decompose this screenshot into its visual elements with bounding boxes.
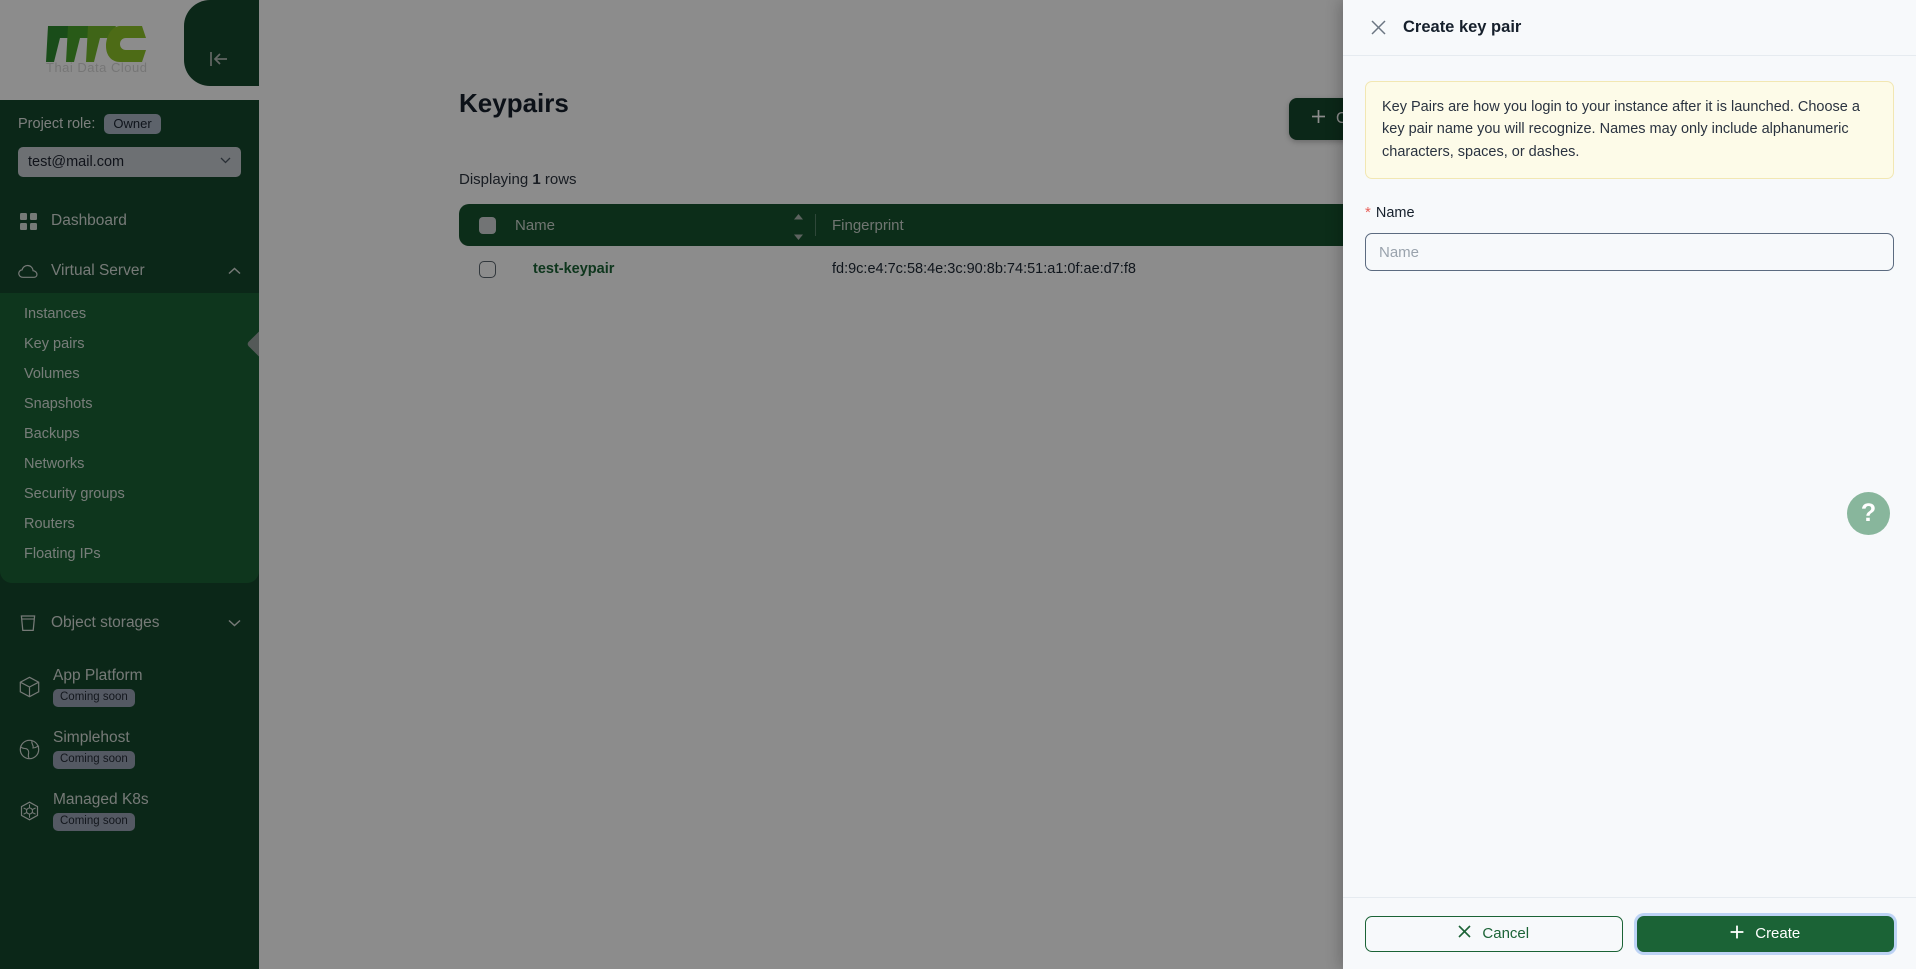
coming-soon-badge: Coming soon xyxy=(53,750,135,770)
sidebar-item-routers[interactable]: Routers xyxy=(0,509,259,539)
displaying-count: 1 xyxy=(532,171,541,188)
cube-icon xyxy=(18,676,40,698)
project-role-badge: Owner xyxy=(104,114,161,134)
info-callout: Key Pairs are how you login to your inst… xyxy=(1365,81,1894,180)
sidebar-item-label: App Platform xyxy=(53,666,143,684)
coming-soon-badge: Coming soon xyxy=(53,812,135,832)
name-field-label: * Name xyxy=(1365,205,1894,221)
sidebar-item-instances[interactable]: Instances xyxy=(0,299,259,329)
create-label: Create xyxy=(1755,925,1801,942)
sidebar-item-label: Object storages xyxy=(51,614,160,631)
coming-soon-badge: Coming soon xyxy=(53,688,135,708)
plus-icon xyxy=(1311,109,1326,129)
drawer-footer: Cancel Create xyxy=(1343,897,1916,969)
bucket-icon xyxy=(18,613,38,633)
project-role: Project role: Owner xyxy=(18,114,259,134)
sidebar-item-managed-k8s[interactable]: Managed K8s Coming soon xyxy=(0,781,259,841)
displaying-prefix: Displaying xyxy=(459,171,529,188)
required-marker: * xyxy=(1365,204,1371,222)
cancel-label: Cancel xyxy=(1482,925,1530,942)
sidebar-item-backups[interactable]: Backups xyxy=(0,419,259,449)
chevron-up-icon[interactable] xyxy=(227,264,241,278)
sidebar-subitem-label: Networks xyxy=(24,456,85,472)
sidebar-subitem-label: Snapshots xyxy=(24,396,93,412)
cloud-icon xyxy=(18,261,38,281)
sidebar-item-app-platform[interactable]: App Platform Coming soon xyxy=(0,657,259,717)
sidebar-subitem-label: Backups xyxy=(24,426,80,442)
sidebar-item-floating-ips[interactable]: Floating IPs xyxy=(0,539,259,569)
sidebar-subitem-label: Security groups xyxy=(24,486,125,502)
cancel-button[interactable]: Cancel xyxy=(1365,915,1623,952)
sidebar: Thai Data Cloud Project role: Owner test… xyxy=(0,0,259,969)
drawer-title: Create key pair xyxy=(1403,18,1522,36)
select-all-checkbox[interactable] xyxy=(478,216,496,234)
sidebar-subitem-label: Floating IPs xyxy=(24,546,101,562)
sidebar-submenu-virtual-server: Instances Key pairs Volumes Snapshots Ba… xyxy=(0,293,259,583)
sidebar-item-key-pairs[interactable]: Key pairs xyxy=(0,329,259,359)
sidebar-nav: Dashboard Virtual Server Instances Key p… xyxy=(0,199,259,841)
sidebar-item-snapshots[interactable]: Snapshots xyxy=(0,389,259,419)
sort-toggle-name[interactable] xyxy=(794,207,803,244)
sidebar-subitem-label: Volumes xyxy=(24,366,80,382)
close-icon[interactable] xyxy=(1369,19,1387,37)
sidebar-item-label: Dashboard xyxy=(51,212,127,229)
select-all-cell xyxy=(459,216,515,234)
row-name-link[interactable]: test-keypair xyxy=(515,261,815,277)
drawer-body: Key Pairs are how you login to your inst… xyxy=(1343,56,1916,897)
sidebar-item-dashboard[interactable]: Dashboard xyxy=(0,199,259,243)
sidebar-subitem-label: Key pairs xyxy=(24,336,85,352)
app-root: Thai Data Cloud Project role: Owner test… xyxy=(0,0,1916,969)
project-role-label: Project role: xyxy=(18,116,96,132)
sidebar-item-simplehost[interactable]: Simplehost Coming soon xyxy=(0,719,259,779)
project-select-value: test@mail.com xyxy=(28,154,125,170)
create-key-pair-drawer: Create key pair Key Pairs are how you lo… xyxy=(1343,0,1916,969)
sidebar-item-object-storages[interactable]: Object storages xyxy=(0,601,259,645)
displaying-suffix: rows xyxy=(544,171,577,188)
column-header-name-label: Name xyxy=(515,216,556,234)
sidebar-item-label: Simplehost xyxy=(53,728,130,746)
sidebar-collapse-notch xyxy=(184,0,259,86)
column-header-name[interactable]: Name xyxy=(515,207,815,244)
name-input[interactable] xyxy=(1365,233,1894,272)
sidebar-item-text: Simplehost Coming soon xyxy=(53,728,135,770)
grid-icon xyxy=(18,211,38,231)
row-checkbox[interactable] xyxy=(478,260,496,278)
row-select-cell xyxy=(459,260,515,278)
close-icon xyxy=(1458,925,1471,942)
collapse-left-icon[interactable] xyxy=(204,46,234,72)
kubernetes-icon xyxy=(18,800,40,822)
sidebar-item-label: Virtual Server xyxy=(51,262,145,279)
sidebar-item-virtual-server[interactable]: Virtual Server xyxy=(0,249,259,293)
help-button[interactable]: ? xyxy=(1847,492,1890,535)
sidebar-logo-area: Thai Data Cloud xyxy=(0,0,259,100)
chevron-down-icon xyxy=(220,157,231,167)
question-mark-icon: ? xyxy=(1860,499,1877,527)
sidebar-item-volumes[interactable]: Volumes xyxy=(0,359,259,389)
sort-desc-icon xyxy=(794,227,803,244)
sidebar-item-label: Managed K8s xyxy=(53,790,149,808)
brand-subtext: Thai Data Cloud xyxy=(46,60,148,75)
sidebar-subitem-label: Instances xyxy=(24,306,87,322)
column-header-fingerprint-label: Fingerprint xyxy=(832,216,904,234)
sidebar-item-security-groups[interactable]: Security groups xyxy=(0,479,259,509)
sort-asc-icon xyxy=(794,207,803,224)
sidebar-item-networks[interactable]: Networks xyxy=(0,449,259,479)
column-divider xyxy=(815,214,816,236)
create-button[interactable]: Create xyxy=(1636,915,1894,952)
sidebar-item-text: App Platform Coming soon xyxy=(53,666,143,708)
sidebar-item-text: Managed K8s Coming soon xyxy=(53,790,149,832)
sidebar-subitem-label: Routers xyxy=(24,516,75,532)
plus-icon xyxy=(1730,925,1744,943)
chevron-down-icon[interactable] xyxy=(227,616,241,630)
globe-icon xyxy=(18,738,40,760)
drawer-header: Create key pair xyxy=(1343,0,1916,56)
name-label-text: Name xyxy=(1375,205,1415,222)
project-select[interactable]: test@mail.com xyxy=(18,147,241,177)
